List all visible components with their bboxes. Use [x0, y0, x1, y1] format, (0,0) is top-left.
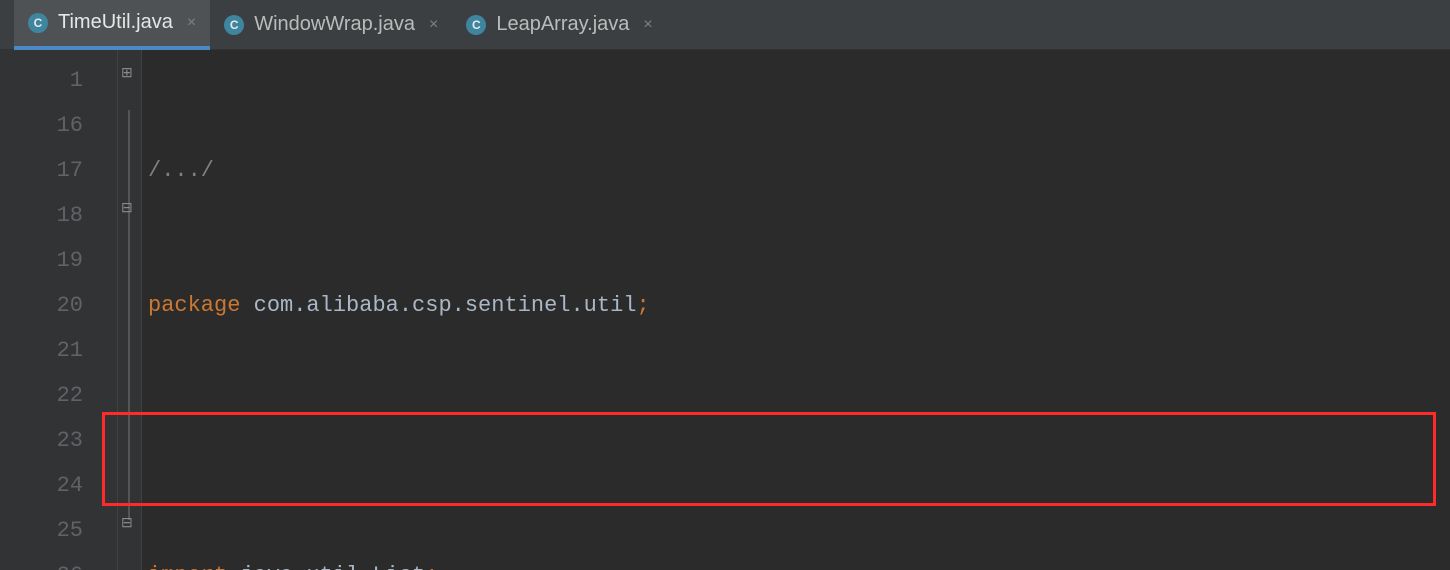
code-line: /.../ — [148, 148, 1450, 193]
code-line: import java.util.List; — [148, 553, 1450, 570]
fold-expand-icon[interactable]: ⊞ — [121, 64, 133, 81]
editor-tab-bar: C TimeUtil.java × C WindowWrap.java × C … — [0, 0, 1450, 50]
tab-label: TimeUtil.java — [58, 11, 173, 34]
line-number: 22 — [0, 373, 117, 418]
code-line: package com.alibaba.csp.sentinel.util; — [148, 283, 1450, 328]
editor-body: 1 16 17 18 19 20 21 22 23 24 25 26 ⊞ ⊟ ⊟… — [0, 50, 1450, 570]
folded-comment: /.../ — [148, 158, 214, 183]
fold-collapse-icon[interactable]: ⊟ — [121, 514, 133, 531]
close-icon[interactable]: × — [643, 16, 652, 34]
close-icon[interactable]: × — [429, 16, 438, 34]
class-file-icon: C — [466, 15, 486, 35]
class-file-icon: C — [28, 13, 48, 33]
tab-timeutil[interactable]: C TimeUtil.java × — [14, 0, 210, 50]
line-number: 26 — [0, 553, 117, 570]
line-number-gutter[interactable]: 1 16 17 18 19 20 21 22 23 24 25 26 — [0, 50, 118, 570]
tab-label: WindowWrap.java — [254, 13, 415, 36]
close-icon[interactable]: × — [187, 14, 196, 32]
line-number: 17 — [0, 148, 117, 193]
class-file-icon: C — [224, 15, 244, 35]
fold-gutter[interactable]: ⊞ ⊟ ⊟ — [118, 50, 142, 570]
line-number: 21 — [0, 328, 117, 373]
fold-guide-line — [128, 110, 130, 520]
line-number: 1 — [0, 58, 117, 103]
line-number: 20 — [0, 283, 117, 328]
line-number: 18 — [0, 193, 117, 238]
tab-windowwrap[interactable]: C WindowWrap.java × — [210, 0, 452, 50]
code-line — [148, 418, 1450, 463]
tab-leaparray[interactable]: C LeapArray.java × — [452, 0, 666, 50]
tab-label: LeapArray.java — [496, 13, 629, 36]
code-area[interactable]: /.../ package com.alibaba.csp.sentinel.u… — [142, 50, 1450, 570]
line-number: 23 — [0, 418, 117, 463]
fold-collapse-icon[interactable]: ⊟ — [121, 199, 133, 216]
line-number: 19 — [0, 238, 117, 283]
line-number: 24 — [0, 463, 117, 508]
line-number: 16 — [0, 103, 117, 148]
line-number: 25 — [0, 508, 117, 553]
